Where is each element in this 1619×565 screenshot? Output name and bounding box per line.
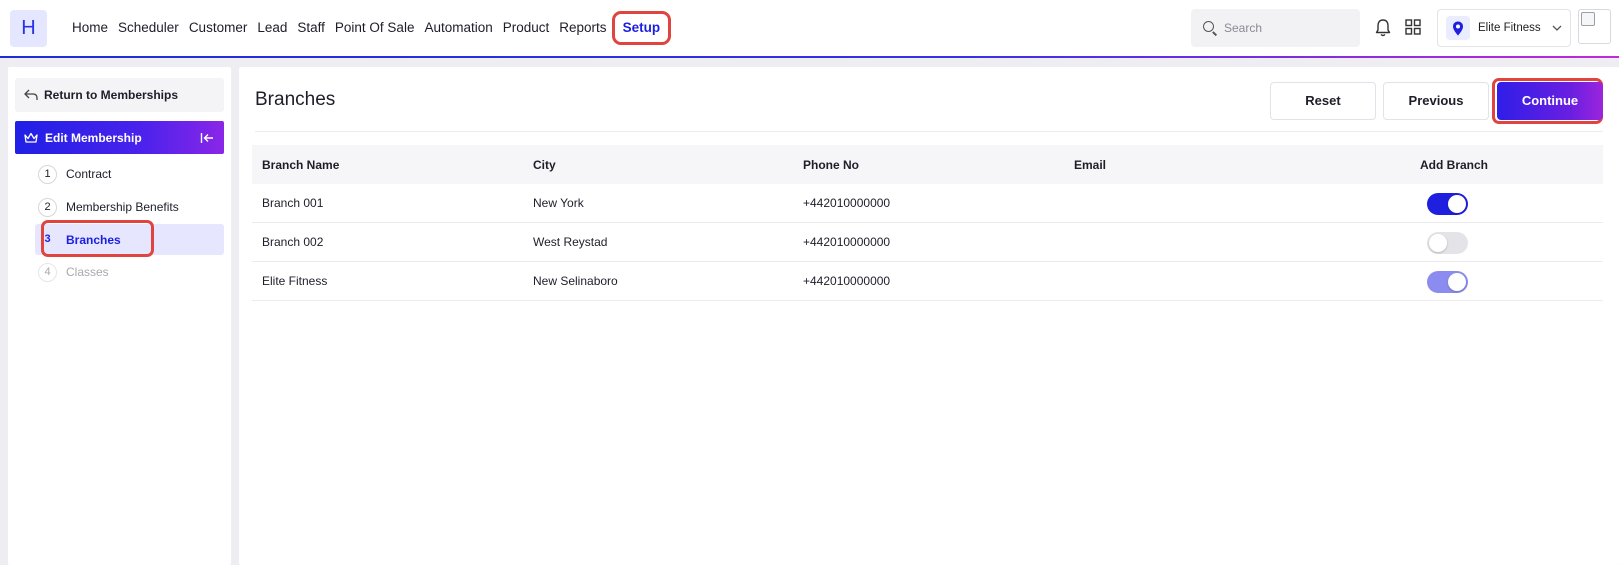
step-number: 1 (38, 164, 57, 184)
collapse-sidebar-icon[interactable] (200, 132, 214, 144)
location-selector[interactable]: Elite Fitness (1437, 9, 1571, 47)
branches-table: Branch Name City Phone No Email Add Bran… (252, 145, 1603, 301)
top-navigation: H Home Scheduler Customer Lead Staff Poi… (0, 0, 1619, 58)
table-row: Elite Fitness New Selinaboro +4420100000… (252, 262, 1603, 301)
phone-cell: +442010000000 (803, 274, 891, 288)
highlight-box (41, 220, 154, 257)
nav-setup[interactable]: Setup (611, 11, 672, 45)
phone-cell: +442010000000 (803, 196, 891, 210)
city-cell: West Reystad (533, 235, 608, 249)
header-divider (255, 131, 1603, 132)
nav-home[interactable]: Home (67, 0, 113, 56)
search-input[interactable] (1224, 21, 1354, 35)
edit-membership-label: Edit Membership (45, 130, 142, 145)
nav-customer[interactable]: Customer (184, 0, 253, 56)
return-label: Return to Memberships (44, 88, 179, 102)
step-label: Contract (66, 167, 112, 181)
avatar[interactable] (1578, 9, 1611, 44)
step-branches[interactable]: 3 Branches (35, 220, 224, 257)
add-branch-toggle (1427, 271, 1468, 293)
nav-staff[interactable]: Staff (292, 0, 330, 56)
nav-product[interactable]: Product (498, 0, 555, 56)
branch-name-cell: Branch 001 (262, 196, 324, 210)
table-row: Branch 002 West Reystad +442010000000 (252, 223, 1603, 262)
step-label: Membership Benefits (66, 200, 179, 214)
location-pin-icon (1446, 16, 1470, 40)
step-membership-benefits[interactable]: 2 Membership Benefits (38, 191, 224, 223)
search-icon (1203, 21, 1218, 36)
reset-button[interactable]: Reset (1270, 82, 1376, 120)
branch-name-cell: Branch 002 (262, 235, 324, 249)
column-header-add-branch: Add Branch (1420, 157, 1489, 172)
location-label: Elite Fitness (1478, 22, 1541, 34)
city-cell: New Selinaboro (533, 274, 618, 288)
nav-scheduler[interactable]: Scheduler (113, 0, 184, 56)
step-classes: 4 Classes (38, 256, 224, 288)
nav-automation[interactable]: Automation (419, 0, 497, 56)
edit-membership-header: Edit Membership (15, 121, 224, 154)
nav-lead[interactable]: Lead (252, 0, 292, 56)
previous-button[interactable]: Previous (1383, 82, 1489, 120)
continue-button[interactable]: Continue (1497, 82, 1603, 120)
step-number: 2 (38, 197, 57, 217)
phone-cell: +442010000000 (803, 235, 891, 249)
add-branch-toggle[interactable] (1427, 193, 1468, 215)
column-header-email: Email (1074, 157, 1107, 172)
column-header-city: City (533, 157, 556, 172)
table-header: Branch Name City Phone No Email Add Bran… (252, 145, 1603, 184)
column-header-phone: Phone No (803, 157, 859, 172)
app-logo[interactable]: H (10, 10, 47, 47)
step-number: 4 (38, 262, 57, 282)
return-to-memberships-button[interactable]: Return to Memberships (15, 78, 224, 112)
step-label: Classes (66, 265, 109, 279)
branch-name-cell: Elite Fitness (262, 274, 328, 288)
apps-grid-icon[interactable] (1405, 19, 1421, 35)
page-title: Branches (255, 89, 336, 110)
branches-panel: Branches Reset Previous Continue Branch … (239, 67, 1619, 565)
membership-sidebar: Return to Memberships Edit Membership 1 … (8, 67, 231, 565)
column-header-branch-name: Branch Name (262, 157, 340, 172)
search-box[interactable] (1191, 9, 1360, 47)
broken-image-icon (1581, 12, 1595, 26)
nav-point-of-sale[interactable]: Point Of Sale (330, 0, 420, 56)
add-branch-toggle[interactable] (1427, 232, 1468, 254)
chevron-down-icon (1552, 25, 1562, 31)
crown-icon (24, 132, 38, 143)
return-arrow-icon (24, 89, 38, 100)
nav-reports[interactable]: Reports (554, 0, 611, 56)
main-menu: Home Scheduler Customer Lead Staff Point… (67, 0, 672, 56)
step-contract[interactable]: 1 Contract (38, 158, 224, 190)
bell-icon[interactable] (1375, 18, 1391, 38)
table-row: Branch 001 New York +442010000000 (252, 184, 1603, 223)
city-cell: New York (533, 196, 584, 210)
